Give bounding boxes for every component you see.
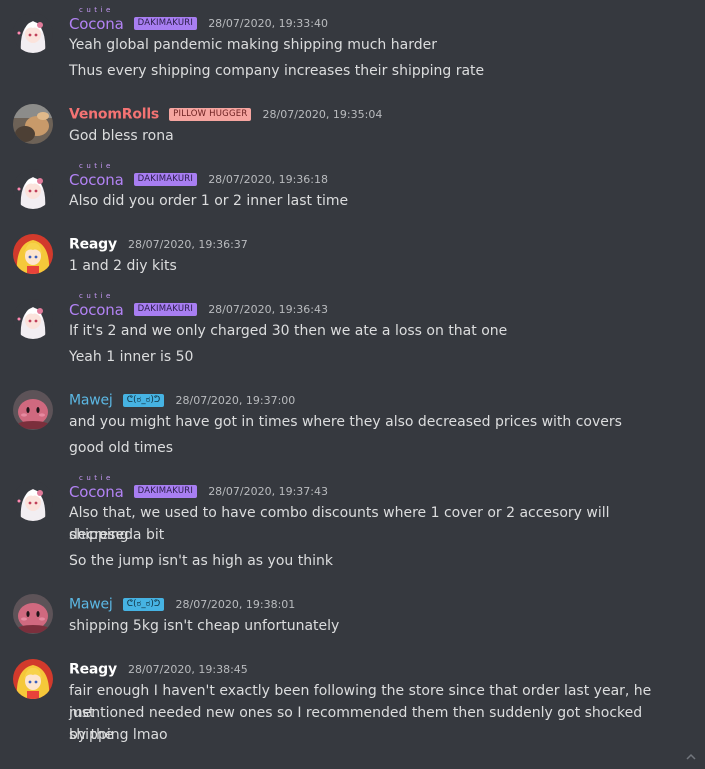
username-text: Cocona xyxy=(69,300,124,319)
role-badge: DAKIMAKURI xyxy=(133,173,198,186)
user-avatar-cocona[interactable] xyxy=(13,299,53,339)
username-tag: cutie xyxy=(79,5,114,14)
message-line: If it's 2 and we only charged 30 then we… xyxy=(69,323,508,339)
username-tag: cutie xyxy=(79,161,114,170)
message-line: shipping a bit xyxy=(69,527,165,543)
timestamp: 28/07/2020, 19:38:01 xyxy=(175,598,296,611)
message-header: cutie Cocona DAKIMAKURI 28/07/2020, 19:33… xyxy=(69,6,328,35)
message-line: Also did you order 1 or 2 inner last tim… xyxy=(69,193,349,209)
message-line: shipping lmao xyxy=(69,727,168,743)
message-header: cutie Cocona DAKIMAKURI 28/07/2020, 19:36… xyxy=(69,292,328,321)
message-line: and you might have got in times where th… xyxy=(69,414,622,430)
role-badge: DAKIMAKURI xyxy=(133,303,198,316)
username[interactable]: VenomRolls xyxy=(69,107,159,123)
user-avatar-reagy[interactable] xyxy=(13,234,53,274)
message-header: VenomRolls PILLOW HUGGER 28/07/2020, 19:… xyxy=(69,104,382,126)
anime-girl-white-hair-avatar xyxy=(13,481,53,521)
chevron-up-icon[interactable] xyxy=(685,751,697,763)
user-avatar-mawej[interactable] xyxy=(13,594,53,634)
username[interactable]: cutie Cocona xyxy=(69,6,124,33)
timestamp: 28/07/2020, 19:36:43 xyxy=(208,303,328,316)
anime-girl-white-hair-avatar xyxy=(13,169,53,209)
role-badge: DAKIMAKURI xyxy=(133,17,198,30)
username-tag: cutie xyxy=(79,473,114,482)
timestamp: 28/07/2020, 19:35:04 xyxy=(262,108,383,121)
message-header: Reagy 28/07/2020, 19:36:37 xyxy=(69,234,248,256)
message-line: Yeah global pandemic making shipping muc… xyxy=(69,37,437,53)
username-text: Cocona xyxy=(69,14,124,33)
timestamp: 28/07/2020, 19:38:45 xyxy=(127,663,248,676)
chat-message-list[interactable]: cutie Cocona DAKIMAKURI 28/07/2020, 19:33… xyxy=(0,0,705,769)
timestamp: 28/07/2020, 19:36:37 xyxy=(127,238,248,251)
role-badge: DAKIMAKURI xyxy=(133,485,198,498)
message-line: good old times xyxy=(69,440,174,456)
anime-girl-white-hair-avatar xyxy=(13,299,53,339)
timestamp: 28/07/2020, 19:37:00 xyxy=(175,394,296,407)
message-header: Mawej ᕦ(ಠ_ಠ)ᕤ 28/07/2020, 19:38:01 xyxy=(69,594,295,616)
timestamp: 28/07/2020, 19:37:43 xyxy=(208,485,328,498)
message-header: cutie Cocona DAKIMAKURI 28/07/2020, 19:36… xyxy=(69,162,328,191)
message-header: cutie Cocona DAKIMAKURI 28/07/2020, 19:37… xyxy=(69,474,328,503)
pink-blob-avatar xyxy=(13,594,53,634)
message-line: Yeah 1 inner is 50 xyxy=(69,349,194,365)
anime-girl-white-hair-avatar xyxy=(13,13,53,53)
message-line: Thus every shipping company increases th… xyxy=(69,63,485,79)
message-line: shipping 5kg isn't cheap unfortunately xyxy=(69,618,340,634)
user-avatar-cocona[interactable] xyxy=(13,169,53,209)
user-avatar-venomrolls[interactable] xyxy=(13,104,53,144)
user-avatar-cocona[interactable] xyxy=(13,13,53,53)
username[interactable]: cutie Cocona xyxy=(69,292,124,319)
anime-girl-blonde-avatar xyxy=(13,659,53,699)
timestamp: 28/07/2020, 19:36:18 xyxy=(208,173,328,186)
role-badge: ᕦ(ಠ_ಠ)ᕤ xyxy=(122,598,165,611)
message-line: God bless rona xyxy=(69,128,174,144)
role-badge: PILLOW HUGGER xyxy=(169,108,252,121)
timestamp: 28/07/2020, 19:33:40 xyxy=(208,17,328,30)
username[interactable]: cutie Cocona xyxy=(69,162,124,189)
username-text: Cocona xyxy=(69,482,124,501)
username[interactable]: Mawej xyxy=(69,597,113,613)
message-line: 1 and 2 diy kits xyxy=(69,258,177,274)
user-avatar-reagy[interactable] xyxy=(13,659,53,699)
role-badge: ᕦ(ಠ_ಠ)ᕤ xyxy=(122,394,165,407)
username[interactable]: Mawej xyxy=(69,393,113,409)
username-text: Cocona xyxy=(69,170,124,189)
message-line: So the jump isn't as high as you think xyxy=(69,553,333,569)
anime-girl-blonde-avatar xyxy=(13,234,53,274)
user-avatar-mawej[interactable] xyxy=(13,390,53,430)
pink-blob-avatar xyxy=(13,390,53,430)
username-tag: cutie xyxy=(79,291,114,300)
username[interactable]: Reagy xyxy=(69,662,117,678)
blurry-photo-avatar xyxy=(13,104,53,144)
username[interactable]: Reagy xyxy=(69,237,117,253)
message-header: Mawej ᕦ(ಠ_ಠ)ᕤ 28/07/2020, 19:37:00 xyxy=(69,390,295,412)
message-header: Reagy 28/07/2020, 19:38:45 xyxy=(69,659,248,681)
username[interactable]: cutie Cocona xyxy=(69,474,124,501)
user-avatar-cocona[interactable] xyxy=(13,481,53,521)
